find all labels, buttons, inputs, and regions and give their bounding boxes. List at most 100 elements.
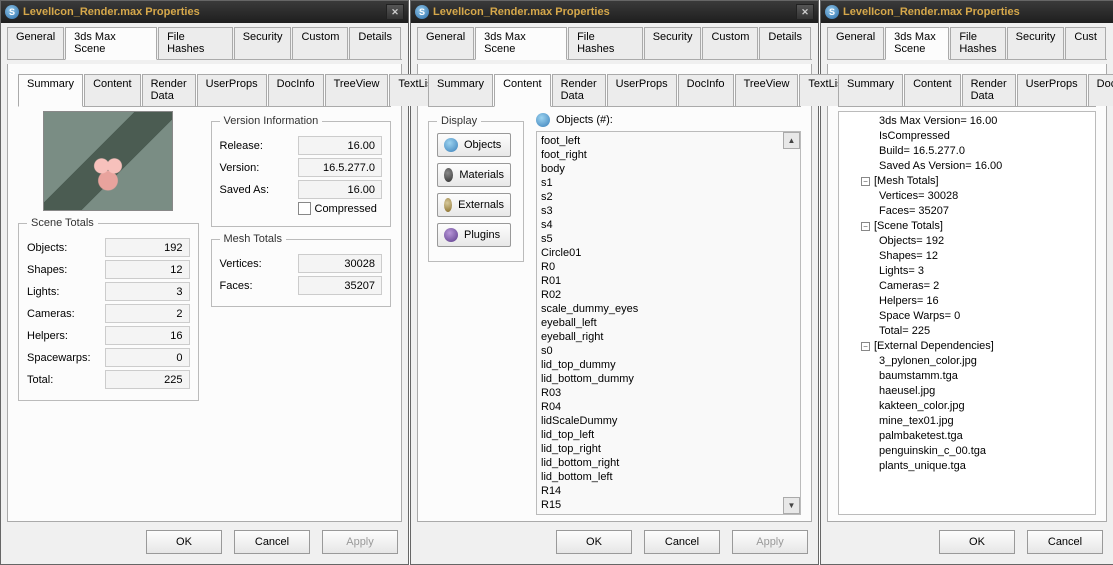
titlebar[interactable]: S LevelIcon_Render.max Properties ✕	[1, 1, 408, 23]
list-item[interactable]: R01	[541, 274, 800, 288]
tab-userprops[interactable]: UserProps	[607, 74, 677, 106]
list-item[interactable]: lid_top_right	[541, 442, 800, 456]
tab-summary[interactable]: Summary	[838, 74, 903, 106]
tab-content[interactable]: Content	[494, 74, 551, 107]
tab-render-data[interactable]: Render Data	[552, 74, 606, 106]
tab-content[interactable]: Content	[84, 74, 141, 106]
tree-row[interactable]: haeusel.jpg	[843, 384, 1091, 399]
ok-button[interactable]: OK	[939, 530, 1015, 554]
tab-summary[interactable]: Summary	[18, 74, 83, 107]
tab-custom[interactable]: Custom	[702, 27, 758, 59]
list-item[interactable]: R0	[541, 260, 800, 274]
externals-button[interactable]: Externals	[437, 193, 511, 217]
list-item[interactable]: lid_bottom_left	[541, 470, 800, 484]
expander-icon[interactable]: −	[861, 177, 870, 186]
list-item[interactable]: s5	[541, 232, 800, 246]
tab-render-data[interactable]: Render Data	[142, 74, 196, 106]
list-item[interactable]: s3	[541, 204, 800, 218]
close-icon[interactable]: ✕	[386, 4, 404, 20]
tree-row[interactable]: Vertices= 30028	[843, 189, 1091, 204]
titlebar[interactable]: S LevelIcon_Render.max Properties ✕	[411, 1, 818, 23]
tab-docinfo[interactable]: DocInfo	[678, 74, 734, 106]
tree-row[interactable]: Saved As Version= 16.00	[843, 159, 1091, 174]
tab-general[interactable]: General	[827, 27, 884, 59]
list-item[interactable]: R14	[541, 484, 800, 498]
list-item[interactable]: lidScaleDummy	[541, 414, 800, 428]
tree-row[interactable]: penguinskin_c_00.tga	[843, 444, 1091, 459]
scroll-up-icon[interactable]: ▲	[783, 132, 800, 149]
tree-row[interactable]: mine_tex01.jpg	[843, 414, 1091, 429]
tab-custom[interactable]: Custom	[292, 27, 348, 59]
tab-details[interactable]: Details	[349, 27, 401, 59]
list-item[interactable]: eyeball_right	[541, 330, 800, 344]
list-item[interactable]: R03	[541, 386, 800, 400]
list-item[interactable]: lid_bottom_dummy	[541, 372, 800, 386]
tab-content[interactable]: Content	[904, 74, 961, 106]
cancel-button[interactable]: Cancel	[234, 530, 310, 554]
list-item[interactable]: lid_bottom_right	[541, 456, 800, 470]
list-item[interactable]: s4	[541, 218, 800, 232]
tree-row[interactable]: IsCompressed	[843, 129, 1091, 144]
tab-security[interactable]: Security	[1007, 27, 1065, 59]
objects-listbox[interactable]: foot_leftfoot_rightbodys1s2s3s4s5Circle0…	[536, 131, 801, 515]
tree-row[interactable]: 3_pylonen_color.jpg	[843, 354, 1091, 369]
tab-file-hashes[interactable]: File Hashes	[950, 27, 1005, 59]
tab-general[interactable]: General	[417, 27, 474, 59]
tree-row[interactable]: baumstamm.tga	[843, 369, 1091, 384]
tree-row[interactable]: −[Mesh Totals]	[843, 174, 1091, 189]
tab-cust[interactable]: Cust	[1065, 27, 1106, 59]
list-item[interactable]: s1	[541, 176, 800, 190]
tree-row[interactable]: Build= 16.5.277.0	[843, 144, 1091, 159]
tab-general[interactable]: General	[7, 27, 64, 59]
tree-row[interactable]: Lights= 3	[843, 264, 1091, 279]
titlebar[interactable]: S LevelIcon_Render.max Properties	[821, 1, 1113, 23]
list-item[interactable]: lid_top_left	[541, 428, 800, 442]
tree-row[interactable]: Total= 225	[843, 324, 1091, 339]
tab-userprops[interactable]: UserProps	[1017, 74, 1087, 106]
tree-row[interactable]: −[External Dependencies]	[843, 339, 1091, 354]
tab-security[interactable]: Security	[234, 27, 292, 59]
materials-button[interactable]: Materials	[437, 163, 511, 187]
list-item[interactable]: eyeball_left	[541, 316, 800, 330]
close-icon[interactable]: ✕	[796, 4, 814, 20]
expander-icon[interactable]: −	[861, 342, 870, 351]
expander-icon[interactable]: −	[861, 222, 870, 231]
tab-file-hashes[interactable]: File Hashes	[568, 27, 643, 59]
list-item[interactable]: scale_dummy_eyes	[541, 302, 800, 316]
objects-button[interactable]: Objects	[437, 133, 511, 157]
tree-row[interactable]: palmbaketest.tga	[843, 429, 1091, 444]
tab-3ds-max-scene[interactable]: 3ds Max Scene	[885, 27, 949, 60]
compressed-checkbox[interactable]	[298, 202, 311, 215]
tree-row[interactable]: Cameras= 2	[843, 279, 1091, 294]
tree-row[interactable]: Shapes= 12	[843, 249, 1091, 264]
list-item[interactable]: R04	[541, 400, 800, 414]
tree-row[interactable]: Helpers= 16	[843, 294, 1091, 309]
list-item[interactable]: lid_top_dummy	[541, 358, 800, 372]
tab-userprops[interactable]: UserProps	[197, 74, 267, 106]
tree-row[interactable]: −[Scene Totals]	[843, 219, 1091, 234]
tree-row[interactable]: kakteen_color.jpg	[843, 399, 1091, 414]
tab-docinfo[interactable]: DocInfo	[1088, 74, 1113, 106]
list-item[interactable]: s2	[541, 190, 800, 204]
tab-3ds-max-scene[interactable]: 3ds Max Scene	[65, 27, 157, 60]
plugins-button[interactable]: Plugins	[437, 223, 511, 247]
list-item[interactable]: Circle01	[541, 246, 800, 260]
tree-row[interactable]: 3ds Max Version= 16.00	[843, 114, 1091, 129]
tab-details[interactable]: Details	[759, 27, 811, 59]
list-item[interactable]: foot_left	[541, 134, 800, 148]
list-item[interactable]: R02	[541, 288, 800, 302]
apply-button[interactable]: Apply	[732, 530, 808, 554]
tab-file-hashes[interactable]: File Hashes	[158, 27, 233, 59]
tree-row[interactable]: Space Warps= 0	[843, 309, 1091, 324]
ok-button[interactable]: OK	[556, 530, 632, 554]
list-item[interactable]: foot_right	[541, 148, 800, 162]
tab-security[interactable]: Security	[644, 27, 702, 59]
ok-button[interactable]: OK	[146, 530, 222, 554]
tab-3ds-max-scene[interactable]: 3ds Max Scene	[475, 27, 567, 60]
cancel-button[interactable]: Cancel	[644, 530, 720, 554]
tree-row[interactable]: Faces= 35207	[843, 204, 1091, 219]
tree-row[interactable]: Objects= 192	[843, 234, 1091, 249]
scroll-down-icon[interactable]: ▼	[783, 497, 800, 514]
list-item[interactable]: s0	[541, 344, 800, 358]
tab-treeview[interactable]: TreeView	[735, 74, 799, 106]
